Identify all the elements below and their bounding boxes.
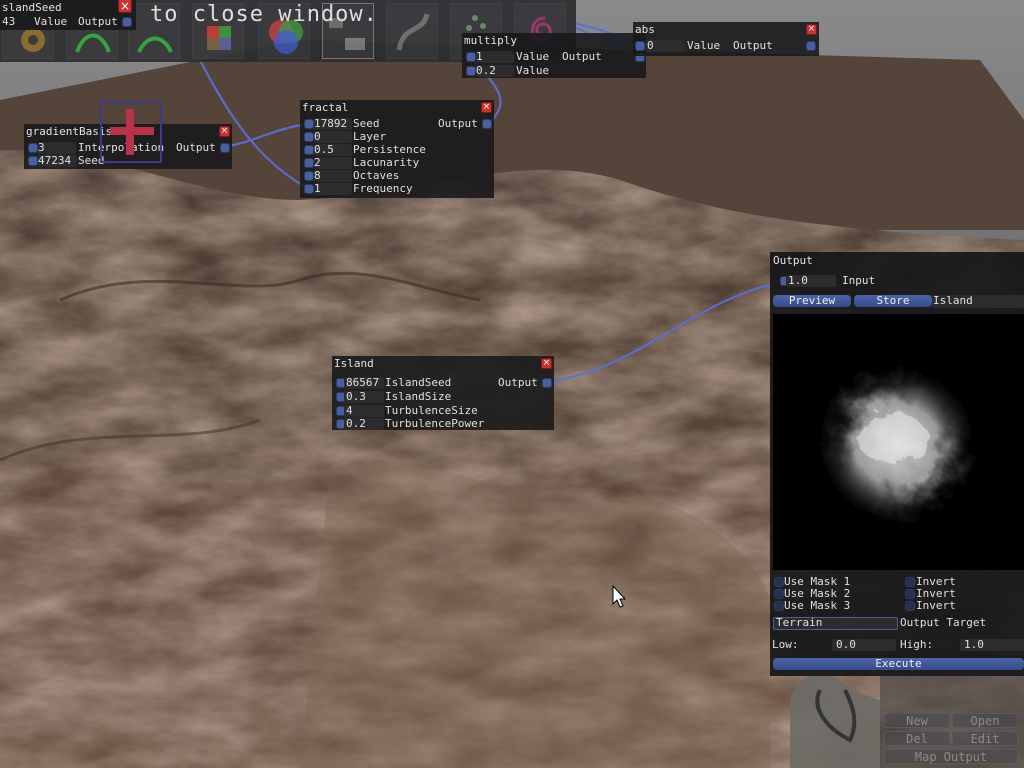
high-value-field[interactable]: 1.0	[964, 638, 984, 651]
input-port[interactable]	[304, 184, 314, 194]
close-icon[interactable]: ×	[481, 102, 492, 113]
node-island-seed[interactable]: slandSeed × 43 Value Output	[0, 0, 136, 30]
input-port[interactable]	[304, 158, 314, 168]
invert-mask-3-checkbox[interactable]	[905, 601, 915, 611]
output-label: Output	[733, 39, 773, 52]
node-fractal[interactable]: fractal × 17892 Seed Output 0 Layer 0.5 …	[300, 100, 494, 198]
input-port[interactable]	[466, 66, 476, 76]
field-label: Value	[687, 39, 721, 52]
value-field[interactable]: 17892	[314, 117, 347, 130]
output-label: Output	[498, 376, 538, 389]
output-port[interactable]	[482, 119, 492, 129]
output-panel: Output 1.0 Input Preview Store Island Us…	[770, 252, 1024, 676]
field-label: TurbulenceSize	[385, 404, 478, 417]
curve-icon	[396, 13, 430, 51]
store-name-field[interactable]: Island	[933, 294, 973, 307]
field-label: Value	[516, 64, 550, 77]
field-label: Persistence	[353, 143, 426, 156]
close-icon[interactable]: ×	[541, 358, 552, 369]
edit-button[interactable]: Edit	[952, 731, 1018, 746]
input-port[interactable]	[635, 41, 645, 51]
field-label: Lacunarity	[353, 156, 420, 169]
execute-button[interactable]: Execute	[773, 658, 1024, 670]
input-port[interactable]	[28, 143, 38, 153]
field-label: Layer	[353, 130, 387, 143]
field-label: IslandSeed	[385, 376, 452, 389]
value-field[interactable]: 1	[314, 182, 321, 195]
field-label: Value	[34, 15, 68, 28]
node-title: Island	[334, 357, 374, 370]
close-icon[interactable]: ×	[219, 126, 230, 137]
store-button[interactable]: Store	[854, 295, 932, 307]
value-field[interactable]: 2	[314, 156, 321, 169]
use-mask-3-checkbox[interactable]	[774, 601, 784, 611]
add-node-marker-icon[interactable]	[100, 101, 162, 163]
close-icon[interactable]: ×	[118, 0, 132, 13]
invert-mask-2-checkbox[interactable]	[905, 589, 915, 599]
node-title: abs	[635, 23, 655, 36]
output-port[interactable]	[220, 143, 230, 153]
new-button[interactable]: New	[884, 713, 950, 728]
value-field[interactable]: 0.3	[346, 390, 366, 403]
value-field[interactable]: 8	[314, 169, 321, 182]
output-port[interactable]	[806, 41, 816, 51]
value-field[interactable]: 0.2	[476, 64, 496, 77]
use-mask-1-checkbox[interactable]	[774, 577, 784, 587]
invert-label: Invert	[916, 599, 956, 612]
value-field[interactable]: 86567	[346, 376, 379, 389]
delete-button[interactable]: Del	[884, 731, 950, 746]
output-label: Output	[78, 15, 118, 28]
node-title: slandSeed	[2, 1, 62, 14]
node-abs[interactable]: abs × 0 Value Output	[633, 22, 819, 56]
input-port[interactable]	[466, 52, 476, 62]
value-field[interactable]: 0.2	[346, 417, 366, 430]
input-port[interactable]	[28, 156, 38, 166]
node-multiply[interactable]: multiply 1 Value Output 0.2 Value	[462, 33, 646, 78]
invert-mask-1-checkbox[interactable]	[905, 577, 915, 587]
close-icon[interactable]: ×	[806, 24, 817, 35]
value-field[interactable]: 0	[647, 39, 654, 52]
high-label: High:	[900, 638, 934, 651]
output-target-field[interactable]: Terrain	[776, 616, 822, 629]
node-island[interactable]: Island × 86567 IslandSeed Output 0.3 Isl…	[332, 356, 554, 430]
panel-title: Output	[773, 254, 813, 267]
node-title: fractal	[302, 101, 349, 114]
input-port[interactable]	[304, 171, 314, 181]
field-label: TurbulencePower	[385, 417, 485, 430]
use-mask-2-checkbox[interactable]	[774, 589, 784, 599]
value-field[interactable]: 0.5	[314, 143, 334, 156]
hint-text: to close window.	[150, 2, 378, 27]
value-field[interactable]: 4	[346, 404, 353, 417]
input-port[interactable]	[304, 119, 314, 129]
input-port[interactable]	[304, 132, 314, 142]
output-target-label: Output Target	[900, 616, 987, 629]
output-port[interactable]	[122, 17, 132, 27]
field-label: Frequency	[353, 182, 413, 195]
output-label: Output	[438, 117, 478, 130]
map-output-button[interactable]: Map Output	[884, 749, 1018, 764]
node-title: multiply	[464, 34, 517, 47]
open-button[interactable]: Open	[952, 713, 1018, 728]
output-label: Output	[176, 141, 216, 154]
value-field[interactable]: 0	[314, 130, 321, 143]
preview-button[interactable]: Preview	[773, 295, 851, 307]
value-field[interactable]: 47234	[38, 154, 71, 167]
field-label: Octaves	[353, 169, 400, 182]
low-value-field[interactable]: 0.0	[836, 638, 856, 651]
mask-label: Use Mask 3	[784, 599, 851, 612]
heightmap-preview	[773, 314, 1024, 570]
curve-tool-button[interactable]	[386, 3, 438, 59]
low-label: Low:	[772, 638, 799, 651]
value-field[interactable]: 3	[38, 141, 45, 154]
output-port[interactable]	[542, 378, 552, 388]
field-label: IslandSize	[385, 390, 452, 403]
field-label: Seed	[353, 117, 380, 130]
input-label: Input	[842, 274, 876, 287]
input-value-field[interactable]: 1.0	[788, 274, 808, 287]
value-field[interactable]: 43	[2, 15, 15, 28]
output-label: Output	[562, 50, 602, 63]
field-label: Value	[516, 50, 550, 63]
value-field[interactable]: 1	[476, 50, 483, 63]
input-port[interactable]	[304, 145, 314, 155]
